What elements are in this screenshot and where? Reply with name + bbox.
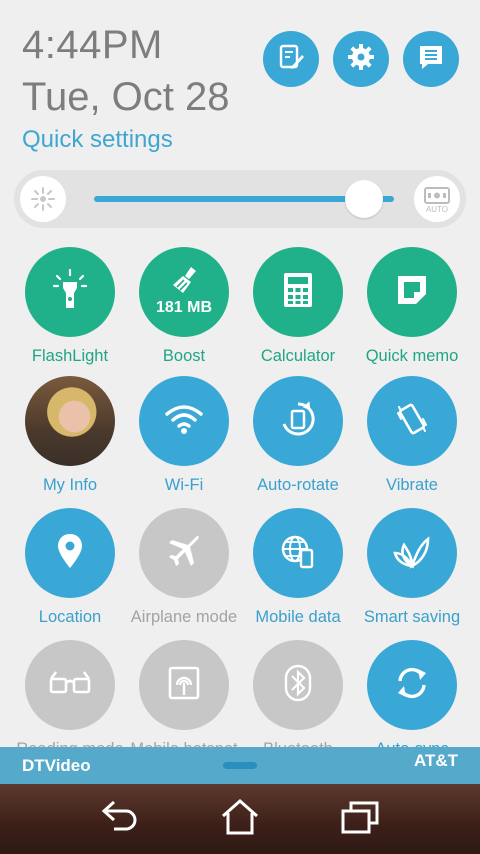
brightness-slider[interactable]: AUTO [14, 170, 466, 228]
sync-icon [392, 663, 432, 708]
tile-airplane-mode-button[interactable] [139, 508, 229, 598]
tile-auto-rotate[interactable]: Auto-rotate [238, 376, 358, 495]
edit-notes-button[interactable] [263, 31, 319, 87]
tile-calculator-button[interactable] [253, 247, 343, 337]
carrier-name: AT&T [413, 751, 458, 770]
globe-phone-icon [278, 531, 318, 576]
tile-label: Smart saving [363, 608, 461, 626]
wifi-icon [164, 403, 204, 440]
navigation-bar [0, 784, 480, 854]
auto-brightness-button[interactable]: AUTO [414, 176, 460, 222]
edit-icon [276, 42, 306, 77]
tile-auto-sync-button[interactable] [367, 640, 457, 730]
tile-label: Mobile data [255, 608, 341, 626]
tile-label: Location [38, 608, 102, 626]
vibrate-icon [392, 399, 432, 444]
tile-smart-saving[interactable]: Smart saving [352, 508, 472, 627]
tile-bluetooth-button[interactable] [253, 640, 343, 730]
auto-label: AUTO [426, 205, 448, 214]
notification-bar[interactable]: DTVideo AT&T [0, 747, 480, 784]
home-icon [219, 798, 261, 841]
drag-handle[interactable] [223, 762, 257, 769]
notification-app-name: DTVideo [22, 756, 91, 775]
tile-my-info[interactable]: My Info [10, 376, 130, 495]
date-label: Tue, Oct 28 [22, 75, 230, 119]
clock: 4:44PM [22, 22, 163, 68]
tile-auto-sync[interactable]: Auto-sync [352, 640, 472, 759]
tile-reading-mode-button[interactable] [25, 640, 115, 730]
quick-settings-label: Quick settings [22, 126, 173, 153]
tile-smart-saving-button[interactable] [367, 508, 457, 598]
airplane-icon [166, 533, 202, 574]
flashlight-icon [50, 268, 90, 317]
tile-wifi-button[interactable] [139, 376, 229, 466]
broom-icon [169, 265, 201, 300]
clock-ampm: PM [101, 23, 163, 67]
recent-apps-button[interactable] [330, 797, 390, 841]
back-icon [100, 799, 140, 840]
gear-icon [346, 42, 376, 77]
boost-memory: 181 MB [155, 299, 213, 316]
tile-boost-button[interactable]: 181 MB [139, 247, 229, 337]
hotspot-icon [167, 665, 201, 706]
tile-bluetooth[interactable]: Bluetooth [238, 640, 358, 759]
calculator-icon [282, 271, 314, 314]
tile-mobile-hotspot[interactable]: Mobile hotspot [124, 640, 244, 759]
tile-flashlight-button[interactable] [25, 247, 115, 337]
home-button[interactable] [210, 797, 270, 841]
bluetooth-icon [284, 664, 312, 707]
tile-auto-rotate-button[interactable] [253, 376, 343, 466]
tile-location-button[interactable] [25, 508, 115, 598]
glasses-icon [48, 670, 92, 701]
tile-label: Vibrate [386, 476, 438, 494]
tile-mobile-data-button[interactable] [253, 508, 343, 598]
tile-mobile-hotspot-button[interactable] [139, 640, 229, 730]
tile-label: My Info [42, 476, 98, 494]
tile-label: Auto-rotate [257, 476, 339, 494]
recent-apps-icon [339, 799, 381, 840]
rotate-icon [278, 399, 318, 444]
memo-icon [395, 273, 429, 312]
avatar[interactable] [25, 376, 115, 466]
tile-quick-memo[interactable]: Quick memo [352, 247, 472, 366]
tile-airplane-mode[interactable]: Airplane mode [124, 508, 244, 627]
tile-reading-mode[interactable]: Reading mode [10, 640, 130, 759]
notifications-list-button[interactable] [403, 31, 459, 87]
tile-flashlight[interactable]: FlashLight [10, 247, 130, 366]
tile-mobile-data[interactable]: Mobile data [238, 508, 358, 627]
tile-vibrate-button[interactable] [367, 376, 457, 466]
tile-label: Boost [162, 347, 206, 365]
tile-boost[interactable]: 181 MB Boost [124, 247, 244, 366]
leaf-icon [392, 533, 432, 574]
tile-calculator[interactable]: Calculator [238, 247, 358, 366]
tile-label: Quick memo [365, 347, 459, 365]
settings-button[interactable] [333, 31, 389, 87]
tile-label: Wi-Fi [164, 476, 204, 494]
tile-label: Calculator [260, 347, 336, 365]
tile-label: FlashLight [31, 347, 109, 365]
tile-quick-memo-button[interactable] [367, 247, 457, 337]
clock-time: 4:44 [22, 23, 102, 67]
tile-vibrate[interactable]: Vibrate [352, 376, 472, 495]
brightness-low-icon [20, 176, 66, 222]
list-icon [416, 42, 446, 77]
location-pin-icon [56, 532, 84, 575]
tile-wifi[interactable]: Wi-Fi [124, 376, 244, 495]
tile-label: Airplane mode [130, 608, 238, 626]
brightness-thumb[interactable] [345, 180, 383, 218]
back-button[interactable] [90, 797, 150, 841]
tile-location[interactable]: Location [10, 508, 130, 627]
